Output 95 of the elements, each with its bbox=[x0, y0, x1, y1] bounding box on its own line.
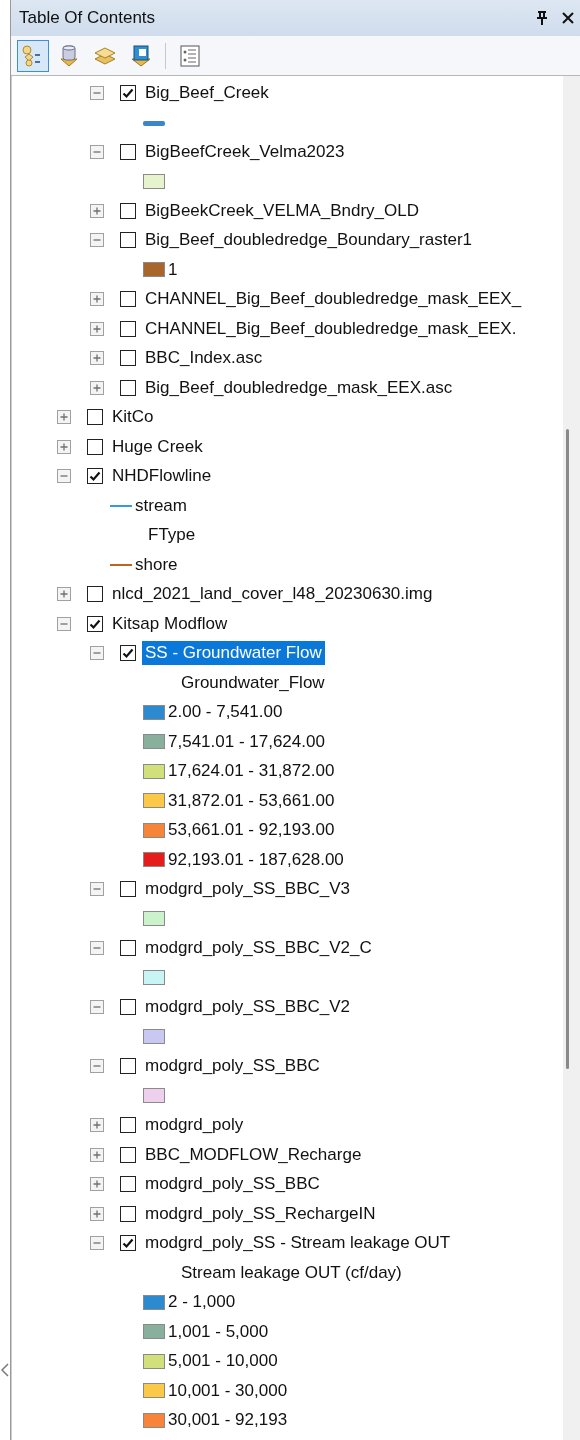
checkbox[interactable] bbox=[120, 202, 136, 219]
layer-name[interactable]: modgrd_poly_SS_BBC bbox=[142, 1172, 323, 1197]
collapse-icon[interactable] bbox=[90, 941, 104, 956]
layer-name[interactable]: CHANNEL_Big_Beef_doubledredge_mask_EEX_ bbox=[142, 287, 525, 312]
legend-heading: FType bbox=[148, 525, 196, 546]
checkbox[interactable] bbox=[120, 84, 136, 101]
layer-name[interactable]: SS - Groundwater Flow bbox=[142, 641, 325, 666]
layer-name[interactable]: NHDFlowline bbox=[109, 464, 215, 489]
layer-name[interactable]: Big_Beef_doubledredge_Boundary_raster1 bbox=[142, 228, 476, 253]
expand-icon[interactable] bbox=[90, 1118, 104, 1133]
checkbox[interactable] bbox=[120, 232, 136, 249]
expand-icon[interactable] bbox=[90, 203, 104, 218]
legend-label: 53,661.01 - 92,193.00 bbox=[168, 820, 335, 841]
checkbox[interactable] bbox=[87, 615, 103, 632]
expand-icon[interactable] bbox=[90, 1206, 104, 1221]
layer-name[interactable]: Big_Beef_Creek bbox=[142, 80, 272, 105]
layer-name[interactable]: Huge Creek bbox=[109, 434, 206, 459]
checkbox[interactable] bbox=[120, 1117, 136, 1134]
expand-icon[interactable] bbox=[90, 1147, 104, 1162]
chevron-left-icon[interactable] bbox=[1, 1363, 9, 1377]
scrollbar[interactable] bbox=[563, 76, 580, 1440]
checkbox[interactable] bbox=[120, 645, 136, 662]
checkbox[interactable] bbox=[87, 409, 103, 426]
collapse-icon[interactable] bbox=[90, 646, 104, 661]
panel-title: Table Of Contents bbox=[19, 8, 157, 28]
legend-label: 30,001 - 92,193 bbox=[168, 1410, 288, 1431]
layer-name[interactable]: CHANNEL_Big_Beef_doubledredge_mask_EEX. bbox=[142, 316, 520, 341]
checkbox[interactable] bbox=[120, 1146, 136, 1163]
collapse-icon[interactable] bbox=[90, 85, 104, 100]
layer-name[interactable]: Kitsap Modflow bbox=[109, 611, 231, 636]
checkbox[interactable] bbox=[87, 468, 103, 485]
layer-name[interactable]: BigBeefCreek_Velma2023 bbox=[142, 139, 348, 164]
legend-heading: Groundwater_Flow bbox=[181, 672, 325, 693]
layer-name[interactable]: modgrd_poly_SS_BBC_V2_C bbox=[142, 936, 375, 961]
layer-name[interactable]: BBC_MODFLOW_Recharge bbox=[142, 1142, 365, 1167]
checkbox[interactable] bbox=[87, 438, 103, 455]
checkbox[interactable] bbox=[120, 379, 136, 396]
checkbox[interactable] bbox=[120, 1058, 136, 1075]
collapse-icon[interactable] bbox=[90, 1236, 104, 1251]
layer-name[interactable]: modgrd_poly bbox=[142, 1113, 247, 1138]
legend-label: 1,001 - 5,000 bbox=[168, 1321, 269, 1342]
expand-icon[interactable] bbox=[90, 380, 104, 395]
checkbox[interactable] bbox=[120, 1235, 136, 1252]
legend-label: stream bbox=[135, 495, 187, 516]
legend-heading: Stream leakage OUT (cf/day) bbox=[181, 1262, 402, 1283]
legend-label: 2.00 - 7,541.00 bbox=[168, 702, 283, 723]
checkbox[interactable] bbox=[120, 940, 136, 957]
layer-name[interactable]: modgrd_poly_SS_RechargeIN bbox=[142, 1201, 379, 1226]
layer-name[interactable]: BigBeekCreek_VELMA_Bndry_OLD bbox=[142, 198, 423, 223]
layer-name[interactable]: modgrd_poly_SS_BBC_V2 bbox=[142, 995, 354, 1020]
collapse-icon[interactable] bbox=[57, 616, 71, 631]
expand-icon[interactable] bbox=[90, 321, 104, 336]
legend-label: 10,001 - 30,000 bbox=[168, 1380, 288, 1401]
legend-label: 5,001 - 10,000 bbox=[168, 1351, 278, 1372]
collapse-icon[interactable] bbox=[90, 1000, 104, 1015]
collapse-icon[interactable] bbox=[90, 144, 104, 159]
checkbox[interactable] bbox=[120, 999, 136, 1016]
layer-name[interactable]: modgrd_poly_SS - Stream leakage OUT bbox=[142, 1231, 454, 1256]
layer-name[interactable]: modgrd_poly_SS_BBC bbox=[142, 1054, 323, 1079]
checkbox[interactable] bbox=[120, 1176, 136, 1193]
options-list-icon bbox=[178, 43, 202, 68]
checkbox[interactable] bbox=[120, 350, 136, 367]
legend-label: 2 - 1,000 bbox=[168, 1292, 236, 1313]
legend-label: shore bbox=[135, 554, 178, 575]
checkbox[interactable] bbox=[120, 143, 136, 160]
close-icon[interactable] bbox=[562, 12, 574, 24]
collapse-icon[interactable] bbox=[90, 1059, 104, 1074]
layer-name[interactable]: Big_Beef_doubledredge_mask_EEX.asc bbox=[142, 375, 456, 400]
checkbox[interactable] bbox=[120, 881, 136, 898]
checkbox[interactable] bbox=[120, 291, 136, 308]
expand-icon[interactable] bbox=[90, 292, 104, 307]
legend-label: 7,541.01 - 17,624.00 bbox=[168, 731, 325, 752]
layers-list-button[interactable] bbox=[17, 39, 49, 72]
layer-name[interactable]: BBC_Index.asc bbox=[142, 346, 266, 371]
checkbox[interactable] bbox=[87, 586, 103, 603]
layer-select-icon bbox=[129, 43, 153, 68]
collapse-icon[interactable] bbox=[90, 882, 104, 897]
checkbox[interactable] bbox=[120, 320, 136, 337]
layer-name[interactable]: modgrd_poly_SS_BBC_V3 bbox=[142, 877, 354, 902]
collapse-icon[interactable] bbox=[57, 469, 71, 484]
legend-label: 17,624.01 - 31,872.00 bbox=[168, 761, 335, 782]
checkbox[interactable] bbox=[120, 1205, 136, 1222]
layer-name[interactable]: KitCo bbox=[109, 405, 157, 430]
expand-icon[interactable] bbox=[57, 410, 71, 425]
pin-icon[interactable] bbox=[536, 11, 548, 25]
expand-icon[interactable] bbox=[57, 439, 71, 454]
legend-label: 31,872.01 - 53,661.00 bbox=[168, 790, 335, 811]
legend-label: 92,193.01 - 187,628.00 bbox=[168, 849, 344, 870]
expand-icon[interactable] bbox=[90, 1177, 104, 1192]
expand-icon[interactable] bbox=[57, 587, 71, 602]
legend-label: 1 bbox=[168, 259, 178, 280]
layer-name[interactable]: nlcd_2021_land_cover_l48_20230630.img bbox=[109, 582, 436, 607]
scrollbar-thumb[interactable] bbox=[566, 429, 569, 1069]
expand-icon[interactable] bbox=[90, 351, 104, 366]
collapse-icon[interactable] bbox=[90, 233, 104, 248]
